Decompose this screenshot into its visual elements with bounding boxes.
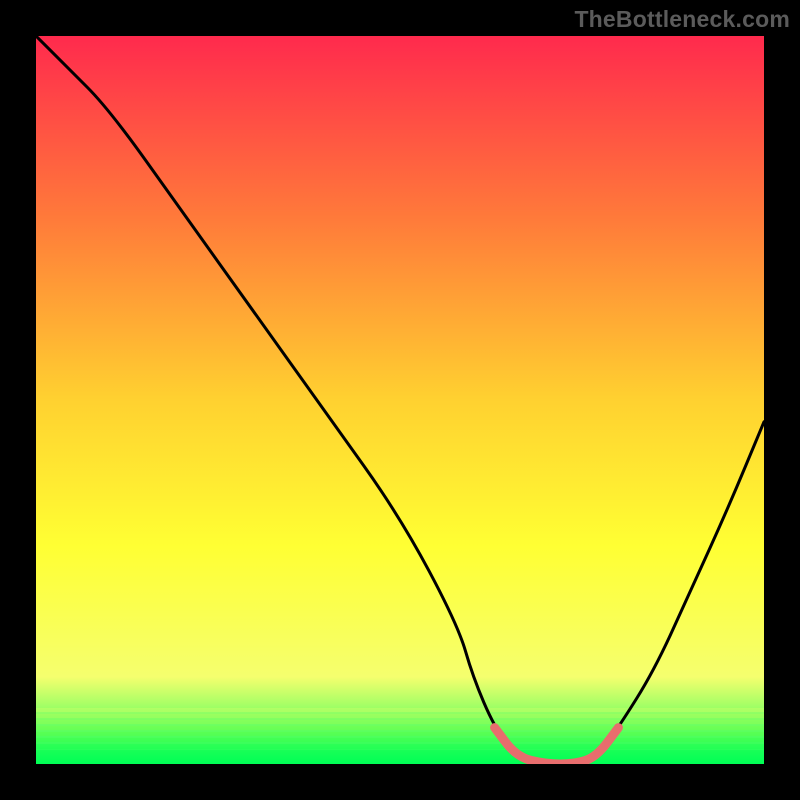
chart-frame: TheBottleneck.com <box>0 0 800 800</box>
watermark-text: TheBottleneck.com <box>574 6 790 33</box>
gradient-background <box>36 36 764 764</box>
chart-svg <box>36 36 764 764</box>
bottom-bands <box>36 708 764 764</box>
plot-area <box>36 36 764 764</box>
